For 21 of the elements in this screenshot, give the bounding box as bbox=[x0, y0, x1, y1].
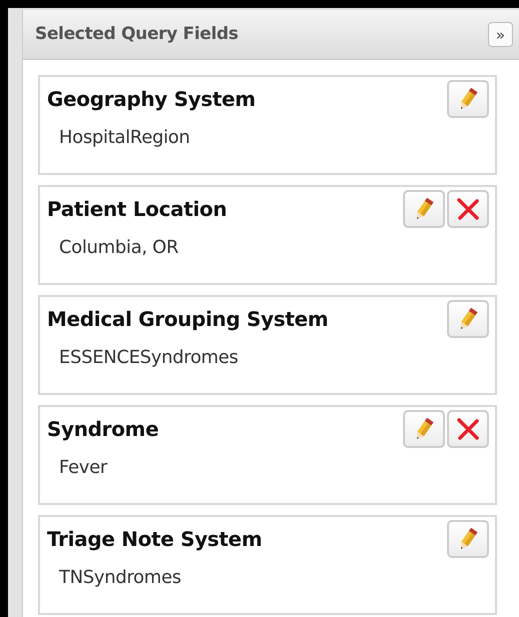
field-title: Syndrome bbox=[47, 416, 159, 443]
close-icon bbox=[456, 197, 480, 221]
field-title: Medical Grouping System bbox=[47, 306, 328, 333]
edit-button[interactable] bbox=[447, 300, 489, 338]
field-value: HospitalRegion bbox=[59, 126, 190, 150]
field-value: ESSENCESyndromes bbox=[59, 346, 238, 370]
remove-button[interactable] bbox=[447, 190, 489, 228]
field-title: Patient Location bbox=[47, 196, 227, 223]
remove-button[interactable] bbox=[447, 410, 489, 448]
edit-button[interactable] bbox=[403, 190, 445, 228]
close-icon bbox=[456, 417, 480, 441]
field-value: Fever bbox=[59, 456, 108, 480]
panel-title: Selected Query Fields bbox=[35, 22, 238, 46]
field-title: Geography System bbox=[47, 86, 256, 113]
edit-button[interactable] bbox=[447, 520, 489, 558]
field-value: Columbia, OR bbox=[59, 236, 178, 260]
field-title: Triage Note System bbox=[47, 526, 262, 553]
field-value: TNSyndromes bbox=[59, 566, 182, 590]
edit-button[interactable] bbox=[447, 80, 489, 118]
edit-button[interactable] bbox=[403, 410, 445, 448]
collapse-button[interactable]: » bbox=[488, 22, 513, 47]
